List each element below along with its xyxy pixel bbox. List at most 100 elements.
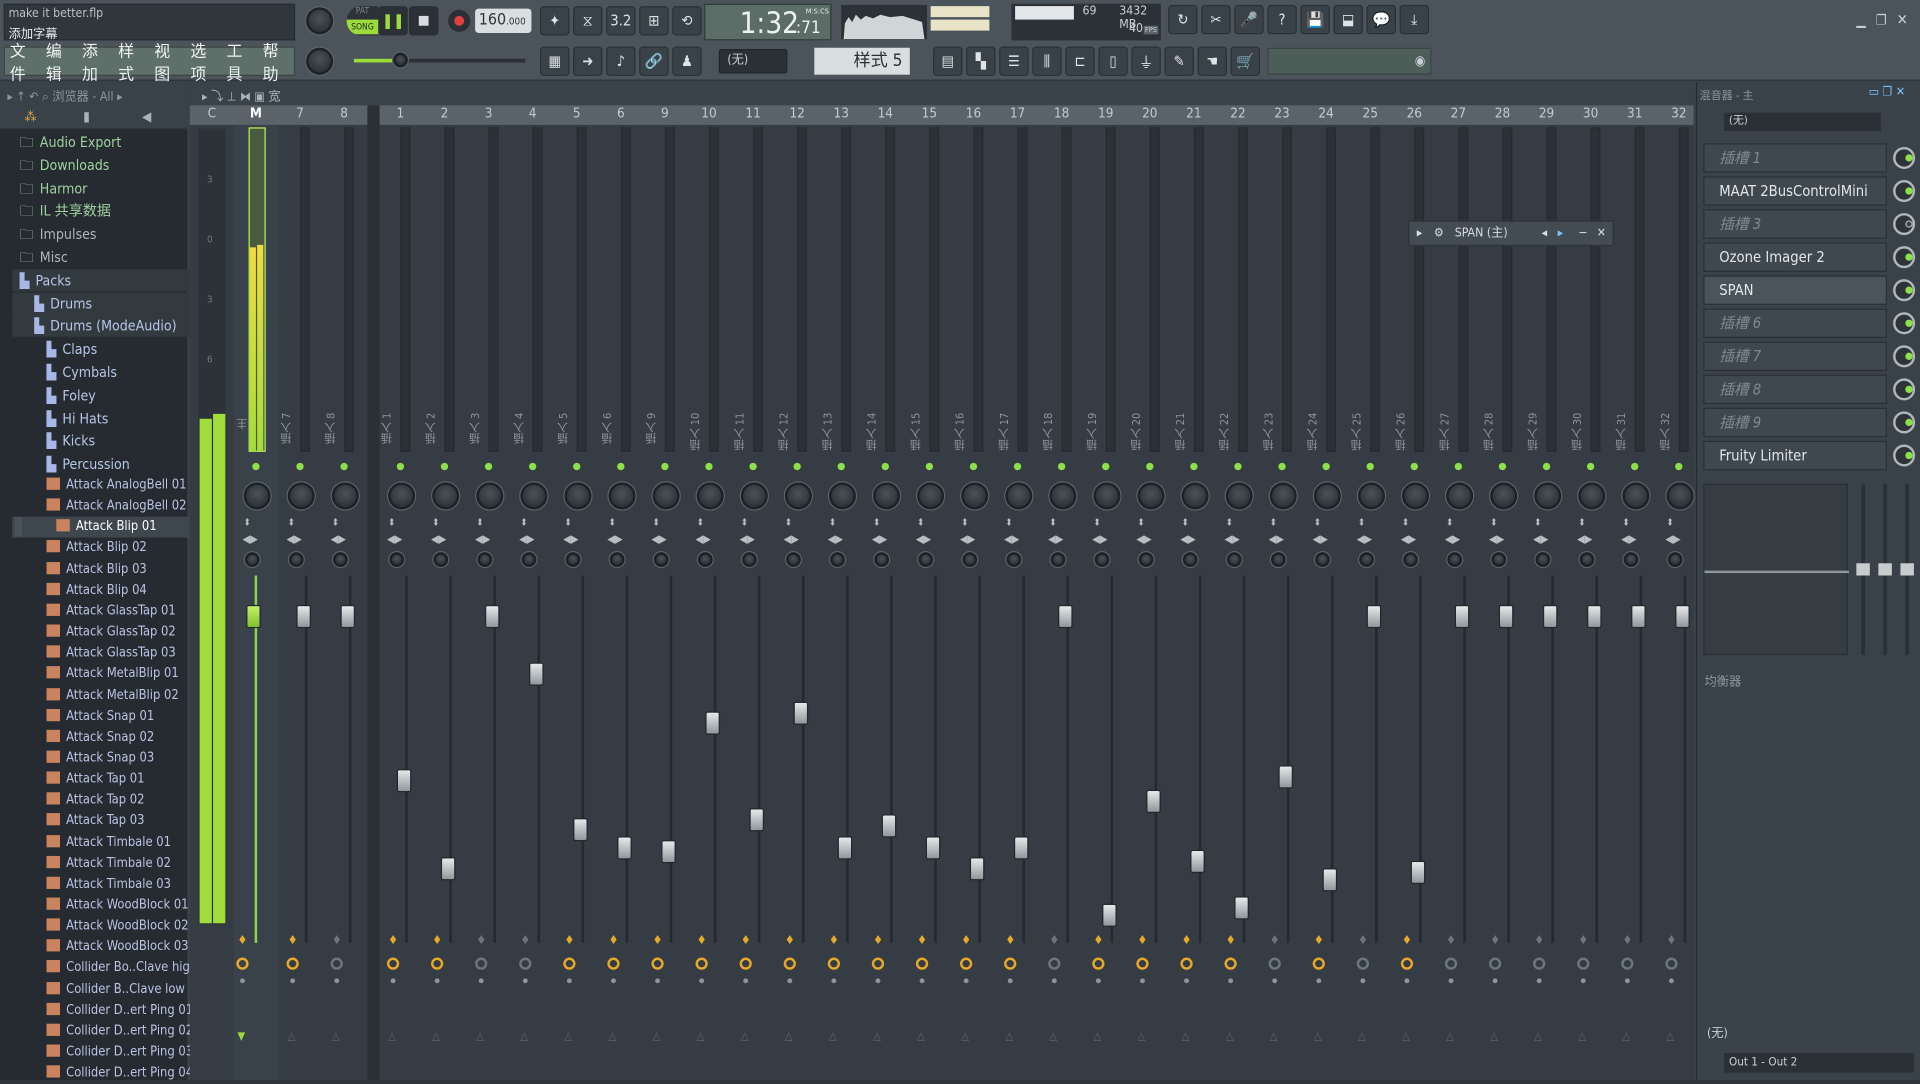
- browser-item[interactable]: ▙ Drums (ModeAudio): [12, 315, 196, 338]
- browser-file[interactable]: Attack GlassTap 03: [12, 643, 196, 664]
- volume-fader[interactable]: [1146, 789, 1161, 814]
- enable-led[interactable]: [252, 462, 260, 471]
- plugin-window-span[interactable]: ▸ ⚙ SPAN (主) ◂ ▸ − ✕: [1408, 220, 1614, 247]
- volume-fader[interactable]: [1013, 835, 1029, 860]
- track-name[interactable]: 插入 15: [909, 413, 925, 451]
- save-button[interactable]: 💾: [1300, 4, 1330, 35]
- route-arrow-icon[interactable]: △: [1622, 1031, 1630, 1043]
- master-pitch-slider[interactable]: [353, 52, 526, 68]
- pan-knob[interactable]: [1357, 482, 1385, 510]
- insert-slot[interactable]: 插槽 1: [1703, 143, 1887, 173]
- mixer-track[interactable]: 插入 26 ⬍ ◀▶ ♦ △: [1392, 125, 1436, 1080]
- browser-file[interactable]: Attack Tap 01: [12, 769, 196, 790]
- send-knob[interactable]: [1180, 957, 1193, 970]
- stereo-separation-icon[interactable]: ◀▶: [872, 534, 887, 546]
- enable-led[interactable]: [573, 462, 581, 471]
- stereo-knob[interactable]: [1403, 552, 1418, 567]
- browser-file[interactable]: Attack Timbale 01: [12, 832, 196, 853]
- stereo-swap-icon[interactable]: ⬍: [1667, 517, 1674, 528]
- enable-led[interactable]: [881, 462, 889, 471]
- stereo-knob[interactable]: [1182, 552, 1198, 567]
- mixer-track[interactable]: 插入 20 ⬍ ◀▶ ♦ △: [1128, 125, 1172, 1080]
- send-icon[interactable]: ♦: [1446, 934, 1456, 947]
- channel-number[interactable]: M: [234, 105, 278, 121]
- route-arrow-icon[interactable]: △: [785, 1031, 793, 1043]
- send-knob[interactable]: [475, 957, 488, 970]
- enable-led[interactable]: [1586, 462, 1595, 471]
- send-knob[interactable]: [1224, 957, 1237, 970]
- pan-knob[interactable]: [1093, 482, 1121, 510]
- browser-item[interactable]: 🗀 Harmor: [12, 177, 196, 199]
- pan-knob[interactable]: [520, 482, 548, 510]
- send-icon[interactable]: ♦: [785, 934, 795, 947]
- stereo-separation-icon[interactable]: ◀▶: [1313, 534, 1328, 546]
- channel-number[interactable]: 30: [1569, 105, 1613, 121]
- plugin-database-button[interactable]: ⏚: [1131, 46, 1161, 76]
- enable-led[interactable]: [925, 462, 934, 471]
- stereo-swap-icon[interactable]: ⬍: [1093, 517, 1100, 528]
- send-knob[interactable]: [960, 957, 973, 970]
- send-knob[interactable]: [827, 957, 841, 970]
- stereo-knob[interactable]: [1094, 552, 1110, 567]
- stereo-separation-icon[interactable]: ◀▶: [1136, 534, 1151, 546]
- stereo-knob[interactable]: [653, 552, 669, 567]
- stereo-knob[interactable]: [1226, 552, 1242, 567]
- send-icon[interactable]: ♦: [476, 934, 486, 947]
- send-knob[interactable]: [563, 957, 576, 970]
- mixer-track[interactable]: 插入 10 ⬍ ◀▶ ♦ △: [687, 125, 731, 1080]
- browser-file[interactable]: Attack Snap 01: [12, 706, 196, 727]
- channel-number[interactable]: 2: [422, 105, 466, 121]
- stereo-knob[interactable]: [1271, 552, 1286, 567]
- route-arrow-icon[interactable]: △: [961, 1031, 969, 1043]
- browser-file[interactable]: Collider D..ert Ping 03: [12, 1042, 196, 1063]
- browser-file[interactable]: Attack GlassTap 01: [12, 601, 196, 622]
- pan-knob[interactable]: [1534, 482, 1562, 510]
- channel-number[interactable]: C: [190, 105, 234, 121]
- stereo-knob[interactable]: [1315, 552, 1330, 567]
- wait-record-button[interactable]: ⧖: [573, 6, 603, 36]
- input-selector[interactable]: (无): [1724, 112, 1881, 132]
- stereo-swap-icon[interactable]: ⬍: [388, 517, 395, 528]
- slot-enable-led[interactable]: [1905, 154, 1913, 162]
- send-knob[interactable]: [236, 957, 249, 970]
- channel-number[interactable]: 27: [1436, 105, 1480, 121]
- channel-number[interactable]: 8: [322, 105, 366, 121]
- enable-led[interactable]: [1454, 462, 1463, 471]
- send-icon[interactable]: ♦: [238, 934, 248, 947]
- track-name[interactable]: 插入 30: [1570, 413, 1586, 451]
- eq-display[interactable]: [1703, 483, 1849, 656]
- enable-led[interactable]: [617, 462, 625, 471]
- pan-knob[interactable]: [784, 482, 812, 510]
- channel-number[interactable]: 32: [1657, 105, 1701, 121]
- route-arrow-icon[interactable]: ▼: [238, 1031, 246, 1043]
- volume-fader[interactable]: [1454, 605, 1470, 629]
- browser-item[interactable]: ▙ Cymbals: [12, 361, 196, 383]
- send-icon[interactable]: ♦: [288, 934, 298, 947]
- link-button[interactable]: 🔗: [639, 46, 669, 76]
- track-name[interactable]: 插入 22: [1217, 413, 1233, 451]
- tempo-display[interactable]: 160.000: [475, 8, 532, 34]
- enable-led[interactable]: [1675, 462, 1683, 471]
- play-button[interactable]: ❚❚: [378, 6, 408, 36]
- stereo-swap-icon[interactable]: ⬍: [1270, 517, 1277, 528]
- route-arrow-icon[interactable]: △: [917, 1031, 925, 1043]
- send-knob[interactable]: [651, 957, 664, 970]
- pan-knob[interactable]: [1181, 482, 1209, 510]
- stereo-knob[interactable]: [1579, 552, 1595, 567]
- snap-selector[interactable]: (无): [718, 48, 788, 74]
- pan-knob[interactable]: [961, 482, 989, 510]
- prev-preset-icon[interactable]: ◂: [1542, 222, 1548, 245]
- route-arrow-icon[interactable]: △: [564, 1031, 572, 1043]
- volume-fader[interactable]: [925, 835, 941, 860]
- track-name[interactable]: 插入 12: [776, 413, 792, 451]
- stereo-separation-icon[interactable]: ◀▶: [387, 534, 402, 546]
- send-knob[interactable]: [1577, 957, 1590, 970]
- volume-fader[interactable]: [1366, 605, 1382, 629]
- track-name[interactable]: 插入 19: [1085, 413, 1101, 451]
- stereo-knob[interactable]: [1359, 552, 1374, 567]
- channel-number[interactable]: 13: [819, 105, 863, 121]
- mixer-track-master[interactable]: 主 ⬍ ◀▶ ♦ ▼: [233, 124, 278, 1081]
- send-icon[interactable]: ♦: [1182, 934, 1192, 947]
- channel-number[interactable]: 7: [278, 105, 322, 121]
- send-knob[interactable]: [1665, 957, 1678, 970]
